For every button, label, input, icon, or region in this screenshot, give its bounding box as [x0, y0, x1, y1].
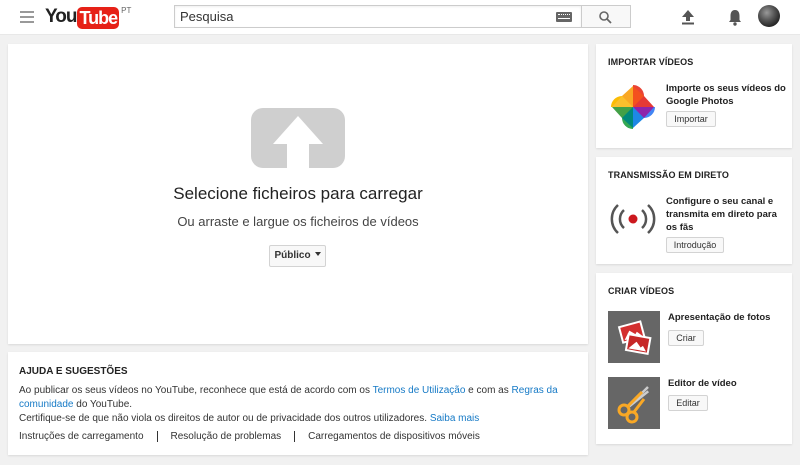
help-text-2: e com as [465, 385, 512, 396]
create-videos-card: CRIAR VÍDEOS Apresentação de fotos Criar [596, 273, 792, 444]
live-text: Configure o seu canal e transmita em dir… [666, 196, 777, 233]
search-icon [599, 11, 612, 24]
search-input[interactable] [175, 6, 555, 27]
editor-label: Editor de vídeo [668, 378, 737, 389]
edit-button[interactable]: Editar [668, 395, 708, 411]
help-text-1: Ao publicar os seus vídeos no YouTube, r… [19, 385, 373, 396]
mobile-uploads-link[interactable]: Carregamentos de dispositivos móveis [308, 431, 493, 442]
create-button[interactable]: Criar [668, 330, 704, 346]
privacy-label: Público [274, 250, 311, 261]
photo-slideshow-icon [617, 320, 652, 355]
import-button[interactable]: Importar [666, 111, 716, 127]
upload-subtitle: Ou arraste e largue os ficheiros de víde… [177, 214, 419, 229]
import-text: Importe os seus vídeos do Google Photos [666, 83, 786, 107]
avatar[interactable] [758, 5, 780, 27]
photos-label: Apresentação de fotos [668, 312, 771, 323]
bell-icon[interactable] [725, 7, 745, 27]
import-videos-card: IMPORTAR VÍDEOS Importe os seus vídeos d… [596, 44, 792, 148]
terms-link[interactable]: Termos de Utilização [373, 385, 466, 396]
live-broadcast-icon [610, 204, 656, 234]
masthead: You Tube PT [0, 0, 800, 35]
help-text: Ao publicar os seus vídeos no YouTube, r… [19, 384, 579, 426]
live-title: TRANSMISSÃO EM DIRETO [608, 170, 729, 180]
chevron-down-icon [314, 252, 321, 257]
live-streaming-card: TRANSMISSÃO EM DIRETO Configure o seu ca… [596, 157, 792, 264]
upload-arrow-icon[interactable] [251, 108, 345, 168]
photo-slideshow-thumbnail[interactable] [608, 311, 660, 363]
upload-card: Selecione ficheiros para carregar Ou arr… [8, 44, 588, 344]
search-button[interactable] [582, 5, 631, 28]
logo-country-code: PT [121, 6, 132, 15]
logo-tube-text: Tube [77, 7, 120, 29]
privacy-dropdown[interactable]: Público [269, 245, 326, 267]
troubleshooting-link[interactable]: Resolução de problemas [171, 431, 296, 442]
keyboard-icon[interactable] [556, 12, 572, 22]
help-text-3: do YouTube. [73, 399, 133, 410]
help-links: Instruções de carregamento Resolução de … [19, 431, 506, 442]
help-text-4: Certifique-se de que não viola os direit… [19, 413, 430, 424]
upload-title: Selecione ficheiros para carregar [173, 184, 423, 203]
help-title: AJUDA E SUGESTÕES [19, 366, 128, 377]
youtube-logo[interactable]: You Tube PT [45, 6, 132, 29]
upload-instructions-link[interactable]: Instruções de carregamento [19, 431, 158, 442]
live-intro-button[interactable]: Introdução [666, 237, 724, 253]
menu-icon[interactable] [20, 11, 34, 23]
create-title: CRIAR VÍDEOS [608, 286, 675, 296]
help-card: AJUDA E SUGESTÕES Ao publicar os seus ví… [8, 352, 588, 455]
import-title: IMPORTAR VÍDEOS [608, 57, 694, 67]
video-editor-thumbnail[interactable] [608, 377, 660, 429]
scissors-icon [617, 386, 650, 424]
logo-you-text: You [45, 6, 78, 27]
search-box [174, 5, 582, 28]
google-photos-icon [611, 85, 655, 129]
upload-icon[interactable] [678, 7, 698, 27]
learn-more-link[interactable]: Saiba mais [430, 413, 479, 424]
